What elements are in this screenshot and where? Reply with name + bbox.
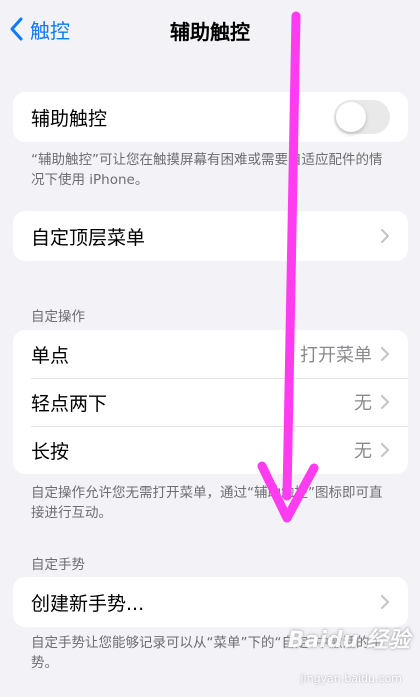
navigation-bar: 触控 辅助触控 [0,0,420,60]
single-tap-value: 打开菜单 [300,345,372,366]
chevron-right-icon [381,443,389,457]
custom-gestures-card: 创建新手势... [13,577,408,627]
double-tap-value: 无 [354,393,372,414]
baidu-watermark-url: jingyan.baidu.com [300,672,402,685]
customize-top-menu-label: 自定顶层菜单 [31,226,146,249]
single-tap-label: 单点 [31,344,70,367]
chevron-right-icon [381,395,389,409]
chevron-right-icon [381,595,389,609]
double-tap-label: 轻点两下 [31,392,108,415]
create-gesture-label: 创建新手势... [31,592,145,615]
customize-top-menu-row[interactable]: 自定顶层菜单 [13,211,408,261]
assistive-touch-footnote: “辅助触控”可让您在触摸屏幕有困难或需要自适应配件的情况下使用 iPhone。 [31,152,383,188]
custom-gestures-header: 自定手势 [31,557,85,573]
baidu-watermark: Baidu 经验 [287,628,410,653]
custom-actions-footnote: 自定操作允许您无需打开菜单，通过“辅助触控”图标即可直接进行互动。 [31,485,383,521]
long-press-row[interactable]: 长按 无 [13,426,408,474]
page-title: 辅助触控 [170,20,250,44]
assistive-touch-card: 辅助触控 [13,92,408,142]
top-menu-card: 自定顶层菜单 [13,211,408,261]
assistive-touch-label: 辅助触控 [31,107,108,130]
custom-actions-card: 单点 打开菜单 轻点两下 无 长按 无 [13,330,408,474]
long-press-value: 无 [354,441,372,462]
custom-actions-header: 自定操作 [31,309,85,325]
single-tap-row[interactable]: 单点 打开菜单 [13,330,408,378]
assistive-touch-row: 辅助触控 [13,92,408,142]
assistive-touch-toggle[interactable] [334,100,390,134]
toggle-knob [336,102,366,132]
chevron-right-icon [381,347,389,361]
create-gesture-row[interactable]: 创建新手势... [13,577,408,627]
chevron-right-icon [381,229,389,243]
double-tap-row[interactable]: 轻点两下 无 [13,378,408,426]
long-press-label: 长按 [31,440,70,463]
